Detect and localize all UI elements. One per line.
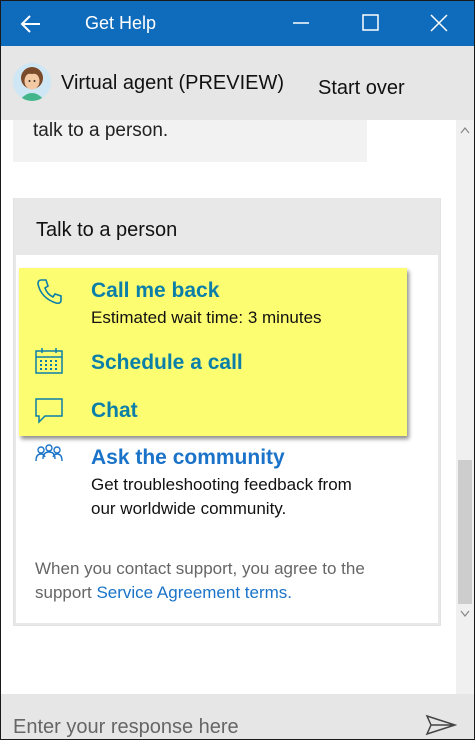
previous-message-text: talk to a person. [33, 120, 169, 141]
back-arrow-icon[interactable] [19, 12, 43, 36]
window-title: Get Help [85, 13, 157, 33]
card-header: Talk to a person [14, 198, 440, 255]
response-input-bar [1, 694, 474, 739]
previous-message-bubble: talk to a person. [13, 120, 367, 162]
agent-avatar-icon [13, 63, 51, 101]
chat-link[interactable]: Chat [91, 399, 138, 423]
community-description-line1: Get troubleshooting feedback from [91, 475, 352, 494]
agent-name: Virtual agent (PREVIEW) [61, 72, 285, 94]
maximize-icon[interactable] [361, 13, 381, 33]
schedule-a-call-link[interactable]: Schedule a call [91, 351, 243, 375]
send-icon[interactable] [425, 714, 457, 736]
close-icon[interactable] [429, 13, 449, 33]
service-agreement-link[interactable]: Service Agreement terms. [96, 583, 292, 602]
phone-icon [37, 279, 62, 305]
response-input[interactable] [13, 714, 393, 739]
scroll-up-icon[interactable] [460, 126, 470, 134]
minimize-icon[interactable] [291, 13, 311, 33]
start-over-button[interactable]: Start over [318, 77, 405, 100]
scroll-down-icon[interactable] [460, 610, 470, 618]
community-icon [35, 444, 63, 462]
support-agreement-text: When you contact support, you agree to t… [35, 557, 425, 605]
chat-icon [35, 398, 63, 424]
community-description-line2: our worldwide community. [91, 499, 287, 518]
calendar-icon [35, 348, 63, 374]
agent-header: Virtual agent (PREVIEW) Start over [1, 46, 474, 120]
scrollbar[interactable] [456, 120, 474, 694]
ask-the-community-link[interactable]: Ask the community [91, 446, 285, 470]
card-title: Talk to a person [36, 219, 178, 241]
title-bar: Get Help [1, 1, 474, 46]
wait-time-text: Estimated wait time: 3 minutes [91, 308, 322, 327]
call-me-back-link[interactable]: Call me back [91, 279, 219, 303]
scrollbar-thumb[interactable] [458, 460, 472, 604]
get-help-window: Get Help Virtual agent (PREVIEW) Start o… [0, 0, 475, 740]
